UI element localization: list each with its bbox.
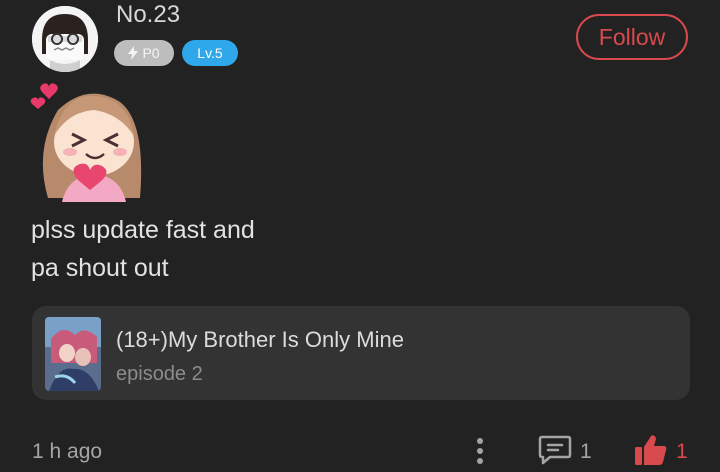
series-cover-image [45,317,101,391]
timestamp: 1 h ago [32,440,103,463]
more-vertical-icon[interactable] [472,436,488,466]
follow-button[interactable]: Follow [576,14,688,60]
series-episode: episode 2 [116,363,203,385]
username[interactable]: No.23 [116,1,180,29]
user-avatar[interactable] [32,6,98,72]
lightning-icon [128,46,139,60]
thumbs-up-icon[interactable] [634,433,668,467]
series-title[interactable]: (18+)My Brother Is Only Mine [116,327,404,353]
like-count: 1 [676,440,688,463]
sticker-image [28,80,152,202]
points-badge-label: P0 [142,45,160,61]
level-badge: Lv.5 [182,40,238,66]
comment-icon[interactable] [538,434,572,466]
comment-line: pa shout out [31,254,169,282]
reply-count: 1 [580,440,592,463]
comment-line: plss update fast and [31,216,255,244]
points-badge: P0 [114,40,174,66]
comment-text: plss update fast and pa shout out [31,211,255,287]
